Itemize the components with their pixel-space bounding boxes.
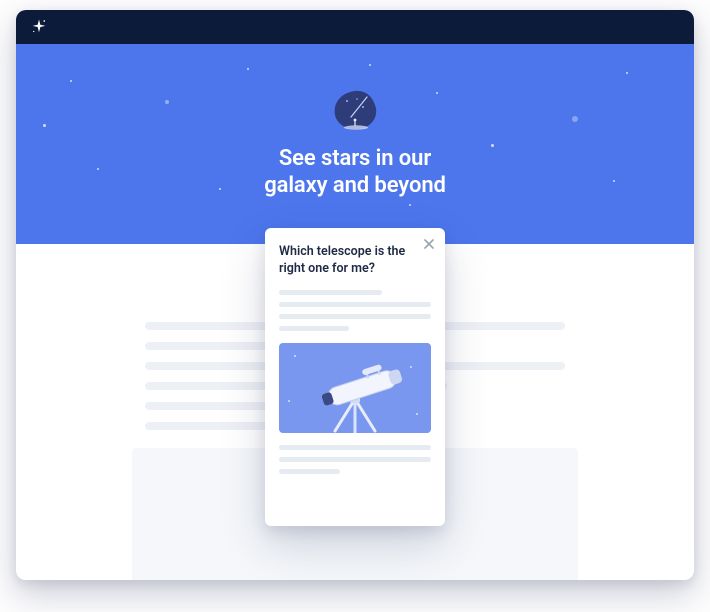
hero-headline: See stars in our galaxy and beyond (264, 145, 446, 200)
article-image (279, 343, 431, 433)
hero-headline-line2: galaxy and beyond (264, 173, 446, 198)
hero-headline-line1: See stars in our (279, 146, 431, 171)
titlebar (16, 10, 694, 44)
article-title: Which telescope is the right one for me? (279, 244, 431, 278)
telescope-icon (279, 343, 431, 433)
app-window: See stars in our galaxy and beyond Which… (16, 10, 694, 580)
hero-illustration (327, 89, 383, 133)
close-button[interactable] (421, 236, 437, 252)
article-body-placeholder-bottom (279, 445, 431, 474)
article-body-placeholder-top (279, 290, 431, 331)
close-icon (424, 239, 434, 249)
hero-banner: See stars in our galaxy and beyond (16, 44, 694, 244)
sparkle-icon (30, 18, 48, 36)
article-card: Which telescope is the right one for me? (265, 228, 445, 526)
